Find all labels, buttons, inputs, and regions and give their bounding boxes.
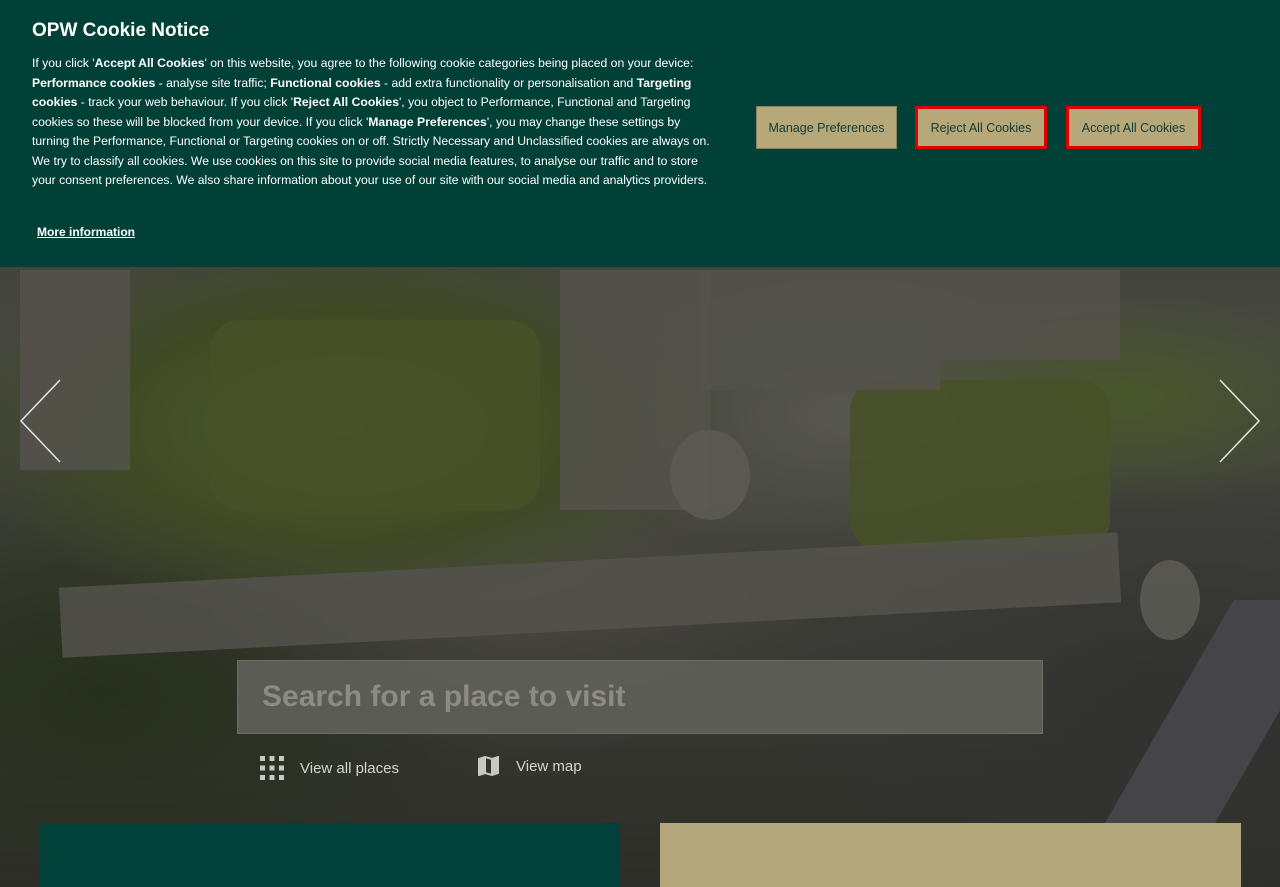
cookie-text-bold: Manage Preferences (368, 114, 487, 129)
view-all-places-link[interactable]: View all places (260, 756, 399, 780)
grid-icon (260, 756, 284, 780)
cookie-text-fragment: If you click ' (32, 56, 95, 70)
cookie-text-fragment: - track your web behaviour. If you click… (77, 95, 294, 109)
search-box[interactable] (237, 660, 1043, 734)
cookie-text-bold: Reject All Cookies (293, 95, 399, 109)
more-information-link[interactable]: More information (37, 225, 135, 239)
cookie-text-fragment: ' on this website, you agree to the foll… (204, 56, 694, 70)
carousel-prev-button[interactable] (18, 378, 64, 464)
cookie-banner-text: If you click 'Accept All Cookies' on thi… (32, 54, 712, 191)
cookie-banner-title: OPW Cookie Notice (32, 20, 210, 41)
reject-all-cookies-button[interactable]: Reject All Cookies (915, 106, 1047, 149)
cookie-text-bold: Performance cookies (32, 75, 156, 90)
manage-preferences-button[interactable]: Manage Preferences (756, 106, 897, 149)
cookie-text-bold: Functional cookies (270, 75, 381, 90)
view-map-link[interactable]: View map (478, 756, 582, 776)
view-map-label: View map (516, 757, 582, 775)
cookie-text-fragment: - analyse site traffic; (155, 75, 271, 90)
cookie-text-bold: Accept All Cookies (94, 56, 205, 70)
cookie-text-fragment: - add extra functionality or personalisa… (380, 75, 637, 90)
view-all-places-label: View all places (300, 759, 399, 777)
cookie-banner: OPW Cookie Notice If you click 'Accept A… (0, 0, 1280, 267)
accept-all-cookies-button[interactable]: Accept All Cookies (1066, 106, 1201, 149)
chevron-right-icon (1219, 379, 1261, 463)
feature-card[interactable] (660, 823, 1241, 887)
search-input[interactable] (262, 680, 1042, 714)
map-icon (478, 756, 499, 776)
feature-card[interactable] (39, 823, 620, 887)
carousel-next-button[interactable] (1216, 378, 1262, 464)
chevron-left-icon (19, 379, 61, 463)
